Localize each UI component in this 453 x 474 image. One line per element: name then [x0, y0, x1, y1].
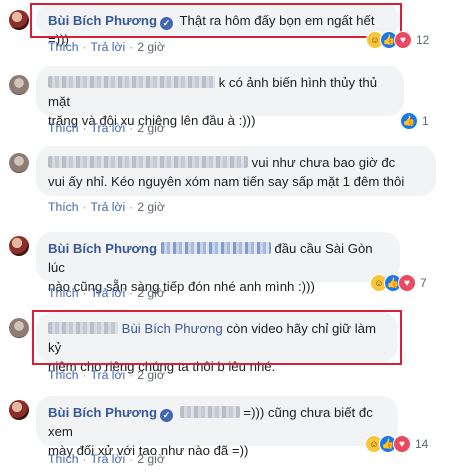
reply-link[interactable]: Trả lời [91, 368, 126, 382]
reaction-summary[interactable]: ☺ 👍 ♥ 14 [365, 434, 428, 454]
reaction-count: 1 [422, 114, 429, 128]
like-link[interactable]: Thích [48, 121, 78, 135]
redacted-mention [179, 406, 240, 418]
love-icon: ♥ [398, 274, 416, 292]
comment-bubble: Bùi Bích Phương ✓ =))) cũng chưa biết đc … [36, 396, 398, 458]
like-icon: 👍 [400, 112, 418, 130]
reaction-count: 7 [420, 276, 427, 290]
timestamp[interactable]: 2 giờ [137, 40, 165, 54]
reaction-summary[interactable]: 👍 1 [400, 111, 429, 131]
timestamp[interactable]: 2 giờ [137, 452, 165, 466]
reply-link[interactable]: Trả lời [91, 121, 126, 135]
comment-actions: Thích · Trả lời · 2 giờ [48, 121, 165, 135]
reply-link[interactable]: Trả lời [91, 286, 126, 300]
avatar[interactable] [9, 236, 29, 256]
love-icon: ♥ [393, 435, 411, 453]
reaction-count: 12 [416, 33, 430, 47]
comment-bubble: k có ảnh biến hình thủy thủ mặt trăng và… [36, 66, 404, 128]
reaction-summary[interactable]: ☺ 👍 ♥ 7 [370, 273, 427, 293]
highlight-box [32, 310, 402, 365]
avatar[interactable] [9, 75, 29, 95]
author-name[interactable]: Bùi Bích Phương [48, 405, 157, 420]
comment-actions: Thích · Trả lời · 2 giờ [48, 368, 165, 382]
comment-text-line-2: vui ấy nhỉ. Kéo nguyên xóm nam tiến say … [48, 174, 405, 189]
like-link[interactable]: Thích [48, 40, 78, 54]
redacted-name [48, 156, 248, 168]
avatar[interactable] [9, 10, 29, 30]
reply-link[interactable]: Trả lời [91, 452, 126, 466]
comment-actions: Thích · Trả lời · 2 giờ [48, 286, 165, 300]
redacted-name [48, 76, 215, 88]
reply-link[interactable]: Trả lời [91, 200, 126, 214]
timestamp[interactable]: 2 giờ [137, 200, 165, 214]
reply-link[interactable]: Trả lời [91, 40, 126, 54]
highlight-box [30, 3, 402, 38]
reaction-summary[interactable]: ☺ 👍 ♥ 12 [366, 30, 429, 50]
comment-actions: Thích · Trả lời · 2 giờ [48, 452, 165, 466]
comment-actions: Thích · Trả lời · 2 giờ [48, 200, 165, 214]
timestamp[interactable]: 2 giờ [137, 286, 165, 300]
avatar[interactable] [9, 318, 29, 338]
avatar[interactable] [9, 153, 29, 173]
like-link[interactable]: Thích [48, 200, 78, 214]
verified-icon: ✓ [160, 409, 174, 422]
timestamp[interactable]: 2 giờ [137, 121, 165, 135]
redacted-mention [160, 242, 271, 254]
like-link[interactable]: Thích [48, 286, 78, 300]
avatar[interactable] [9, 400, 29, 420]
love-icon: ♥ [394, 31, 412, 49]
comment-actions: Thích · Trả lời · 2 giờ [48, 40, 165, 54]
comment-text-line-1: vui như chưa bao giờ đc [251, 155, 396, 170]
comment-bubble: vui như chưa bao giờ đc vui ấy nhỉ. Kéo … [36, 146, 436, 196]
author-name[interactable]: Bùi Bích Phương [48, 241, 157, 256]
like-link[interactable]: Thích [48, 452, 78, 466]
reaction-count: 14 [415, 437, 429, 451]
like-link[interactable]: Thích [48, 368, 78, 382]
timestamp[interactable]: 2 giờ [137, 368, 165, 382]
comment-bubble: Bùi Bích Phương đầu cầu Sài Gòn lúc nào … [36, 232, 400, 294]
